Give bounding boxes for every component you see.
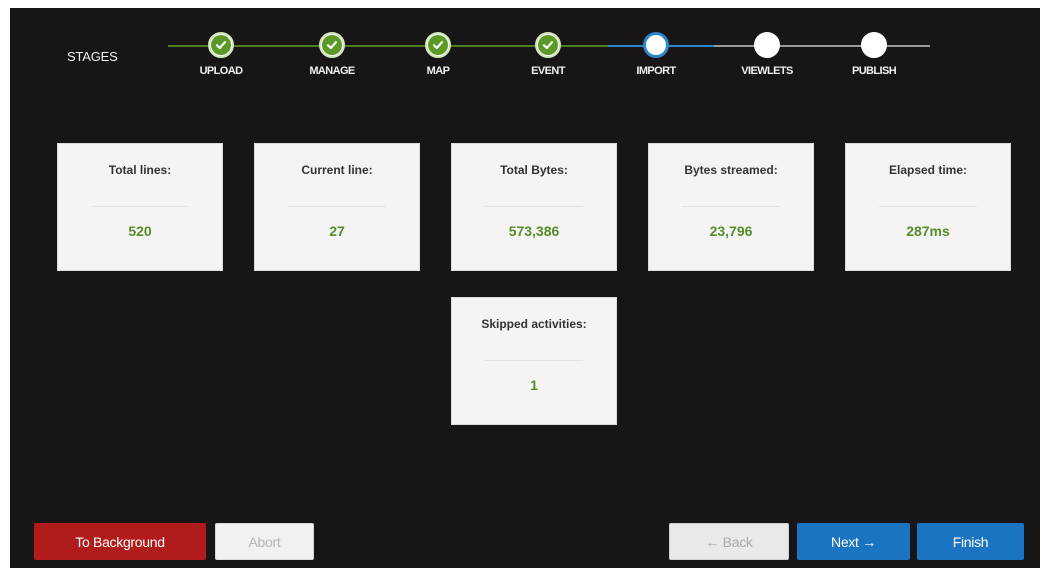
stat-value: 573,386	[508, 223, 560, 239]
stat-title: Total lines:	[108, 163, 172, 177]
import-wizard-panel: STAGES UPLOAD MANAGE MAP EVENT IMPORT VI…	[10, 8, 1040, 568]
stat-card-bytes-streamed: Bytes streamed: 23,796	[648, 143, 814, 271]
stat-card-skipped-activities: Skipped activities: 1	[451, 297, 617, 425]
finish-button[interactable]: Finish	[917, 523, 1024, 560]
stage-event-node	[535, 32, 561, 58]
back-button[interactable]: ← Back	[669, 523, 789, 560]
check-icon	[538, 35, 558, 55]
stage-track-pending	[714, 45, 930, 47]
divider	[879, 206, 977, 207]
stage-viewlets-node	[754, 32, 780, 58]
stage-import-node	[643, 32, 669, 58]
stat-card-current-line: Current line: 27	[254, 143, 420, 271]
stage-map-node	[425, 32, 451, 58]
divider	[485, 360, 583, 361]
stat-title: Total Bytes:	[500, 163, 568, 177]
stage-manage-node	[319, 32, 345, 58]
stat-value: 27	[329, 223, 345, 239]
to-background-button[interactable]: To Background	[34, 523, 206, 560]
stage-viewlets-label: VIEWLETS	[741, 65, 793, 77]
stat-title: Bytes streamed:	[684, 163, 778, 177]
stat-card-elapsed-time: Elapsed time: 287ms	[845, 143, 1011, 271]
divider	[485, 206, 583, 207]
stage-upload-node	[208, 32, 234, 58]
stat-value: 520	[128, 223, 152, 239]
stat-value: 287ms	[906, 223, 950, 239]
stage-upload-label: UPLOAD	[199, 65, 243, 77]
stat-title: Skipped activities:	[481, 317, 587, 331]
stat-card-total-lines: Total lines: 520	[57, 143, 223, 271]
stage-import-label: IMPORT	[636, 65, 676, 77]
check-icon	[211, 35, 231, 55]
abort-button[interactable]: Abort	[215, 523, 314, 560]
check-icon	[322, 35, 342, 55]
stage-event-label: EVENT	[531, 65, 565, 77]
next-button[interactable]: Next →	[797, 523, 910, 560]
stat-title: Current line:	[301, 163, 373, 177]
stage-map-label: MAP	[426, 65, 450, 77]
check-icon	[428, 35, 448, 55]
stat-card-total-bytes: Total Bytes: 573,386	[451, 143, 617, 271]
divider	[91, 206, 189, 207]
stages-label: STAGES	[67, 49, 118, 64]
stat-value: 1	[530, 377, 538, 393]
stat-title: Elapsed time:	[888, 163, 968, 177]
stat-value: 23,796	[709, 223, 753, 239]
divider	[682, 206, 780, 207]
stage-publish-label: PUBLISH	[851, 65, 897, 77]
stage-publish-node	[861, 32, 887, 58]
stage-manage-label: MANAGE	[309, 65, 355, 77]
divider	[288, 206, 386, 207]
